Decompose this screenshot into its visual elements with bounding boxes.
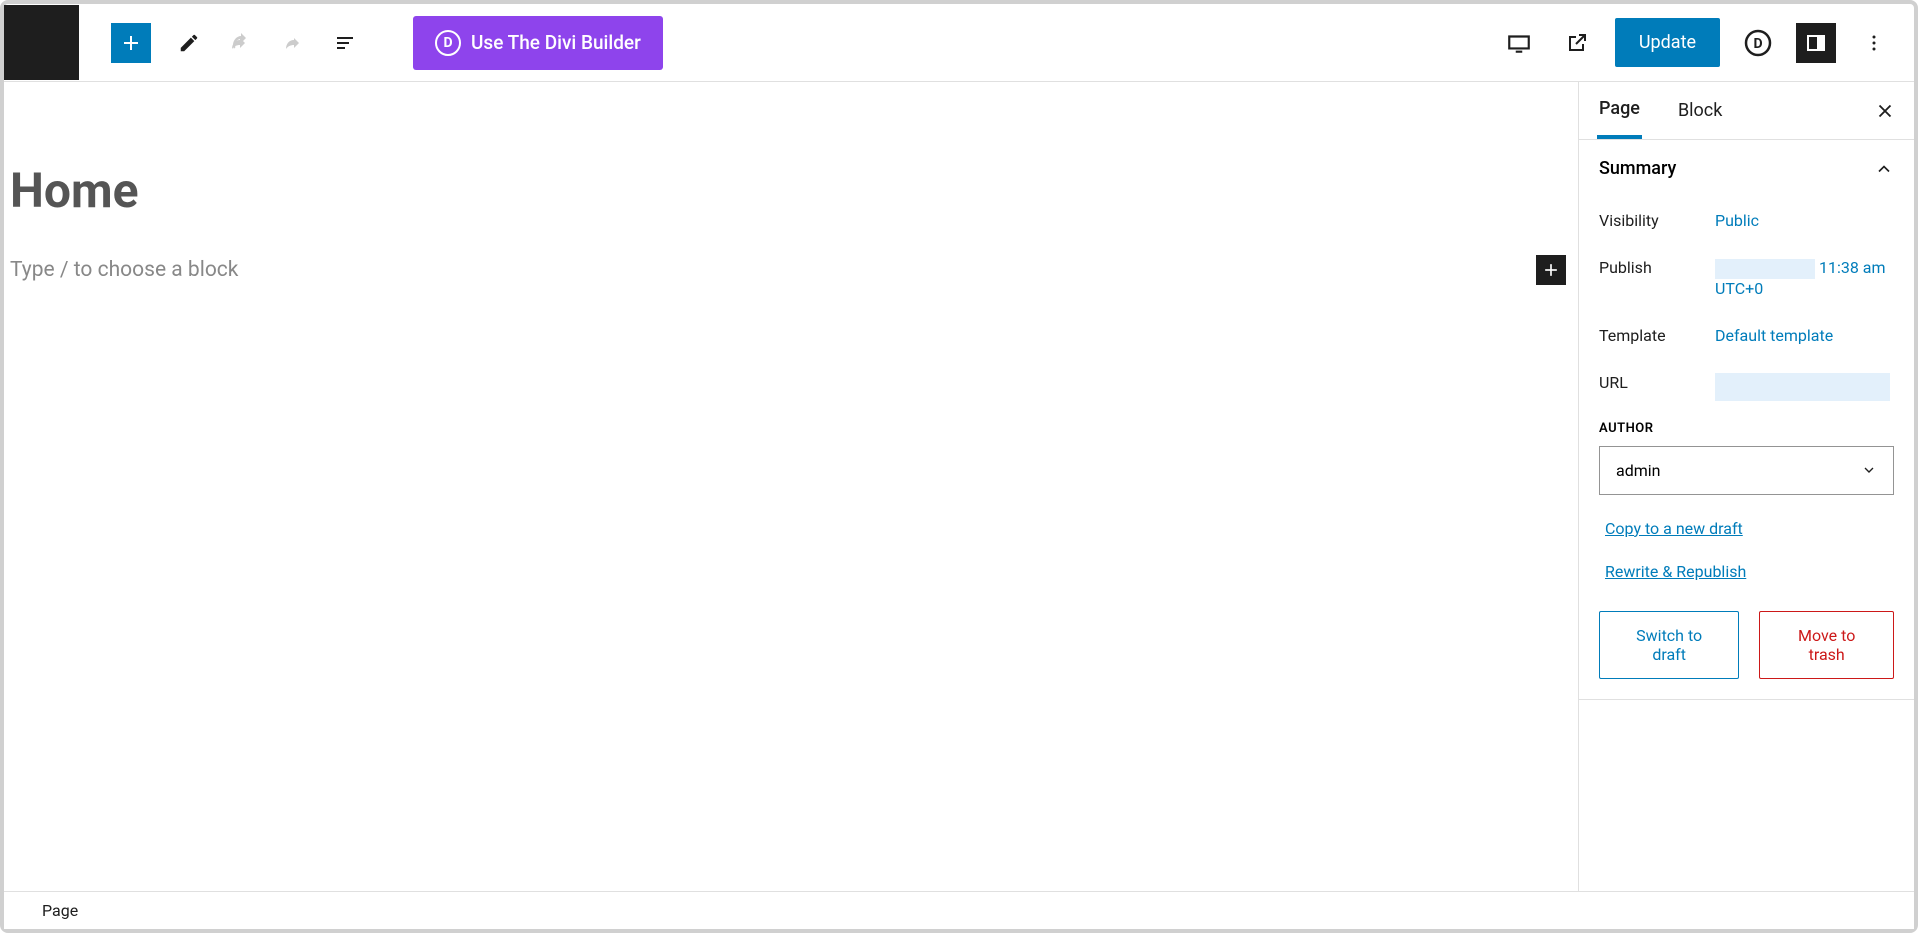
use-divi-builder-button[interactable]: D Use The Divi Builder: [413, 16, 663, 70]
move-to-trash-button[interactable]: Move to trash: [1759, 611, 1894, 679]
plus-icon: [119, 31, 143, 55]
rewrite-republish-link[interactable]: Rewrite & Republish: [1599, 562, 1894, 581]
sidebar-tabs: Page Block: [1579, 82, 1914, 140]
publish-label: Publish: [1599, 258, 1715, 298]
author-select[interactable]: admin: [1599, 446, 1894, 495]
block-placeholder-row: Type / to choose a block: [4, 255, 1578, 285]
undo-icon[interactable]: [227, 29, 255, 57]
publish-tz: UTC+0: [1715, 279, 1763, 298]
action-buttons: Switch to draft Move to trash: [1599, 611, 1894, 679]
divi-button-label: Use The Divi Builder: [471, 31, 641, 54]
wordpress-logo[interactable]: [4, 5, 79, 80]
close-icon: [1874, 100, 1896, 122]
divi-logo-icon: D: [435, 30, 461, 56]
summary-header[interactable]: Summary: [1579, 140, 1914, 197]
visibility-row: Visibility Public: [1599, 197, 1894, 244]
settings-sidebar: Page Block Summary Visibility Public Pub…: [1578, 82, 1914, 891]
editor-canvas[interactable]: Home Type / to choose a block: [4, 82, 1578, 891]
tab-block[interactable]: Block: [1676, 84, 1724, 137]
summary-body: Visibility Public Publish 11:38 am UTC+0…: [1579, 197, 1914, 699]
view-desktop-icon[interactable]: [1499, 23, 1539, 63]
divi-settings-icon[interactable]: D: [1738, 23, 1778, 63]
summary-panel: Summary Visibility Public Publish 11:38 …: [1579, 140, 1914, 700]
template-row: Template Default template: [1599, 312, 1894, 359]
redo-icon[interactable]: [279, 29, 307, 57]
inline-add-block-button[interactable]: [1536, 255, 1566, 285]
visibility-value[interactable]: Public: [1715, 211, 1894, 230]
url-redacted: [1715, 373, 1890, 401]
chevron-up-icon: [1874, 159, 1894, 179]
visibility-label: Visibility: [1599, 211, 1715, 230]
template-label: Template: [1599, 326, 1715, 345]
document-overview-icon[interactable]: [331, 29, 359, 57]
chevron-down-icon: [1861, 462, 1877, 478]
url-label: URL: [1599, 373, 1715, 401]
update-button[interactable]: Update: [1615, 18, 1720, 67]
publish-time: 11:38 am: [1819, 258, 1886, 277]
url-value[interactable]: [1715, 373, 1894, 401]
toolbar-right: Update D: [1499, 18, 1906, 67]
breadcrumb-bar: Page: [4, 891, 1914, 929]
svg-text:D: D: [1753, 36, 1762, 52]
toolbar-left: D Use The Divi Builder: [111, 16, 663, 70]
plus-icon: [1541, 260, 1561, 280]
summary-title: Summary: [1599, 158, 1676, 179]
options-menu-icon[interactable]: [1854, 23, 1894, 63]
switch-to-draft-button[interactable]: Switch to draft: [1599, 611, 1739, 679]
view-page-icon[interactable]: [1557, 23, 1597, 63]
add-block-button[interactable]: [111, 23, 151, 63]
copy-to-new-draft-link[interactable]: Copy to a new draft: [1599, 519, 1894, 538]
breadcrumb[interactable]: Page: [42, 901, 78, 920]
url-row: URL: [1599, 359, 1894, 415]
publish-value[interactable]: 11:38 am UTC+0: [1715, 258, 1894, 298]
page-title[interactable]: Home: [4, 162, 1578, 219]
edit-tool-icon[interactable]: [175, 29, 203, 57]
template-value[interactable]: Default template: [1715, 326, 1894, 345]
editor-top-bar: D Use The Divi Builder Update D: [4, 4, 1914, 82]
author-value: admin: [1616, 461, 1660, 480]
settings-sidebar-toggle[interactable]: [1796, 23, 1836, 63]
publish-row: Publish 11:38 am UTC+0: [1599, 244, 1894, 312]
main-area: Home Type / to choose a block Page Block…: [4, 82, 1914, 891]
tab-page[interactable]: Page: [1597, 82, 1642, 139]
block-placeholder[interactable]: Type / to choose a block: [10, 258, 1536, 282]
publish-date-redacted: [1715, 259, 1815, 279]
author-label: AUTHOR: [1599, 421, 1894, 436]
close-sidebar-button[interactable]: [1874, 100, 1896, 122]
